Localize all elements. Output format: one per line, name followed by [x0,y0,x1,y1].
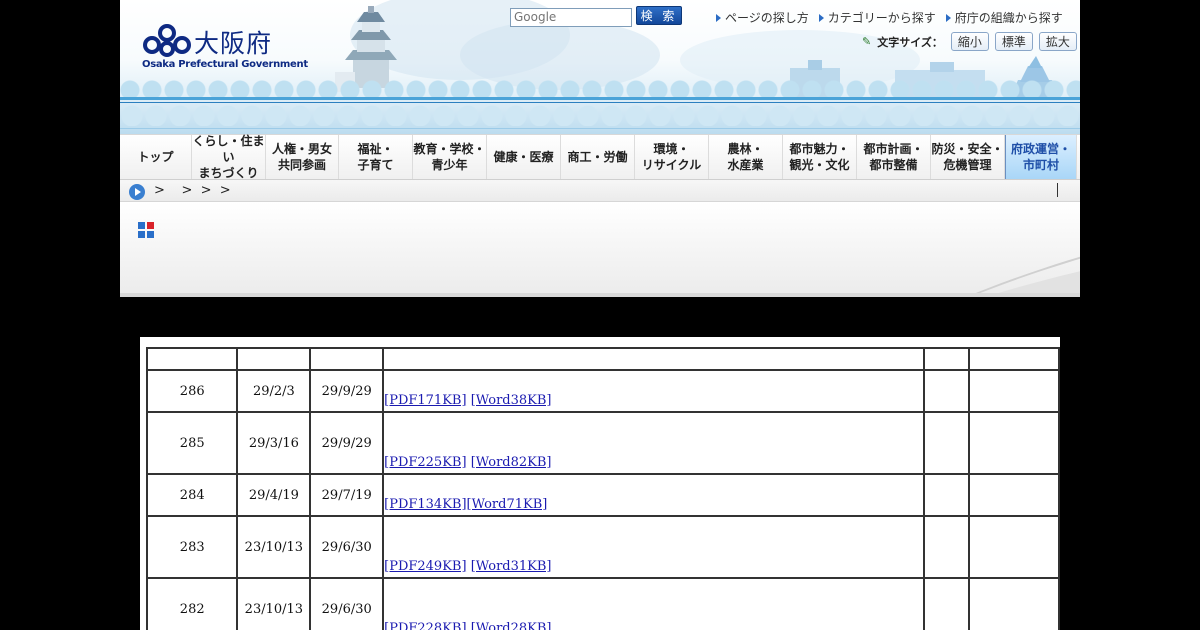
table-header-row [145,347,1060,371]
triangle-right-icon [716,13,721,22]
breadcrumb-home-icon[interactable] [129,184,145,200]
font-smaller-button[interactable]: 縮小 [950,32,989,51]
document-table: 286 29/2/3 29/9/29 [PDF171KB] [Word38KB] 285… [145,347,1060,630]
breadcrumb: > > > > [120,180,1080,202]
pencil-icon: ✎ [862,35,872,48]
row-number-cell: 282 [145,577,239,630]
date-cell: 29/3/16 [236,411,312,475]
date-cell: 29/6/30 [309,515,385,579]
global-nav-item[interactable]: 環境・ リサイクル [635,135,709,179]
global-nav-item[interactable]: 福祉・ 子育て [339,135,413,179]
header-cell [145,347,239,371]
row-number-cell: 286 [145,369,239,413]
empty-cell [923,369,970,413]
empty-cell [967,411,1060,475]
header-cell [236,347,312,371]
empty-cell [967,515,1060,579]
table-row: 284 29/4/19 29/7/19 [PDF134KB][Word71KB] [145,473,1060,517]
page-guide-link[interactable]: ページの探し方 [716,9,809,26]
row-number-cell: 285 [145,411,239,475]
table-row: 286 29/2/3 29/9/29 [PDF171KB] [Word38KB] [145,369,1060,413]
global-nav: トップ くらし・住まい まちづくり 人権・男女 共同参画 福祉・ 子育て 教育・学校・ … [120,134,1080,180]
category-search-link[interactable]: カテゴリーから探す [818,9,936,26]
empty-cell [923,473,970,517]
row-number-cell: 283 [145,515,239,579]
search-input[interactable] [510,7,632,27]
date-cell: 29/9/29 [309,369,385,413]
table-row: 282 23/10/13 29/6/30 [PDF228KB] [Word28KB] [145,577,1060,630]
global-nav-item[interactable]: 都市魅力・ 観光・文化 [783,135,857,179]
header-cell [923,347,970,371]
pdf-link[interactable]: [PDF225KB] [384,455,466,470]
search-box: 検 索 [510,6,682,27]
font-size-label: 文字サイズ： [877,35,943,49]
font-size-control: ✎ 文字サイズ： 縮小 標準 拡大 [862,32,1077,51]
date-cell: 29/9/29 [309,411,385,475]
global-nav-item[interactable]: 府政運営・ 市町村 [1005,135,1077,179]
triangle-right-icon [945,13,951,22]
global-nav-item[interactable]: 商工・労働 [561,135,635,179]
word-link[interactable]: [Word38KB] [471,393,552,408]
row-number-cell: 284 [145,473,239,517]
breadcrumb-divider [1057,183,1058,197]
breadcrumb-link[interactable] [169,183,177,198]
osaka-logo[interactable]: 大阪府 Osaka Prefectural Government [142,20,308,74]
global-nav-item[interactable]: くらし・住まい まちづくり [192,134,266,180]
date-cell: 23/10/13 [236,577,312,630]
global-nav-item[interactable]: 健康・医療 [487,135,561,179]
global-nav-item[interactable]: 防災・安全・ 危機管理 [931,135,1005,179]
pdf-link[interactable]: [PDF134KB] [384,497,466,512]
search-button[interactable]: 検 索 [636,6,682,25]
documents-cell: [PDF171KB] [Word38KB] [382,369,926,413]
word-link[interactable]: [Word71KB] [467,497,548,512]
font-larger-button[interactable]: 拡大 [1038,32,1077,51]
word-link[interactable]: [Word28KB] [471,621,552,630]
title-blocks-icon [138,222,154,238]
logo-wordmark: 大阪府 [194,29,273,58]
osaka-emblem-icon [143,24,191,57]
global-nav-item[interactable]: 農林・ 水産業 [709,135,783,179]
header-banner: 大阪府 Osaka Prefectural Government 検 索 ページ… [120,0,1080,134]
date-cell: 29/2/3 [236,369,312,413]
global-nav-item[interactable]: 都市計画・ 都市整備 [857,135,931,179]
font-standard-button[interactable]: 標準 [994,32,1033,51]
breadcrumb-trail: > > > > [154,183,231,198]
main-content: 286 29/2/3 29/9/29 [PDF171KB] [Word38KB] 285… [140,337,1060,630]
documents-cell: [PDF228KB] [Word28KB] [382,577,926,630]
table-row: 283 23/10/13 29/6/30 [PDF249KB] [Word31KB] [145,515,1060,579]
table-row: 285 29/3/16 29/9/29 [PDF225KB] [Word82KB] [145,411,1060,475]
organization-search-link[interactable]: 府庁の組織から探す [945,9,1063,26]
documents-cell: [PDF249KB] [Word31KB] [382,515,926,579]
empty-cell [967,577,1060,630]
pdf-link[interactable]: [PDF171KB] [384,393,466,408]
documents-cell: [PDF134KB][Word71KB] [382,473,926,517]
global-nav-item[interactable]: 人権・男女 共同参画 [266,135,339,179]
word-link[interactable]: [Word82KB] [471,455,552,470]
page-title-area [120,202,1080,297]
logo-subtext: Osaka Prefectural Government [142,59,308,70]
pdf-link[interactable]: [PDF249KB] [384,559,466,574]
date-cell: 23/10/13 [236,515,312,579]
empty-cell [923,515,970,579]
header-cell [309,347,385,371]
empty-cell [967,369,1060,413]
global-nav-item[interactable]: トップ [120,135,192,179]
empty-cell [967,473,1060,517]
date-cell: 29/6/30 [309,577,385,630]
date-cell: 29/4/19 [236,473,312,517]
word-link[interactable]: [Word31KB] [471,559,552,574]
global-nav-item[interactable]: 教育・学校・ 青少年 [413,135,487,179]
pdf-link[interactable]: [PDF228KB] [384,621,466,630]
triangle-right-icon [818,13,824,22]
date-cell: 29/7/19 [309,473,385,517]
empty-cell [923,577,970,630]
header-cell [382,347,926,371]
site-header: 大阪府 Osaka Prefectural Government 検 索 ページ… [120,0,1080,297]
utility-nav: ページの探し方 カテゴリーから探す 府庁の組織から探す [716,9,1063,26]
documents-cell: [PDF225KB] [Word82KB] [382,411,926,475]
header-cell [967,347,1060,371]
empty-cell [923,411,970,475]
page: 大阪府 Osaka Prefectural Government 検 索 ページ… [0,0,1200,630]
